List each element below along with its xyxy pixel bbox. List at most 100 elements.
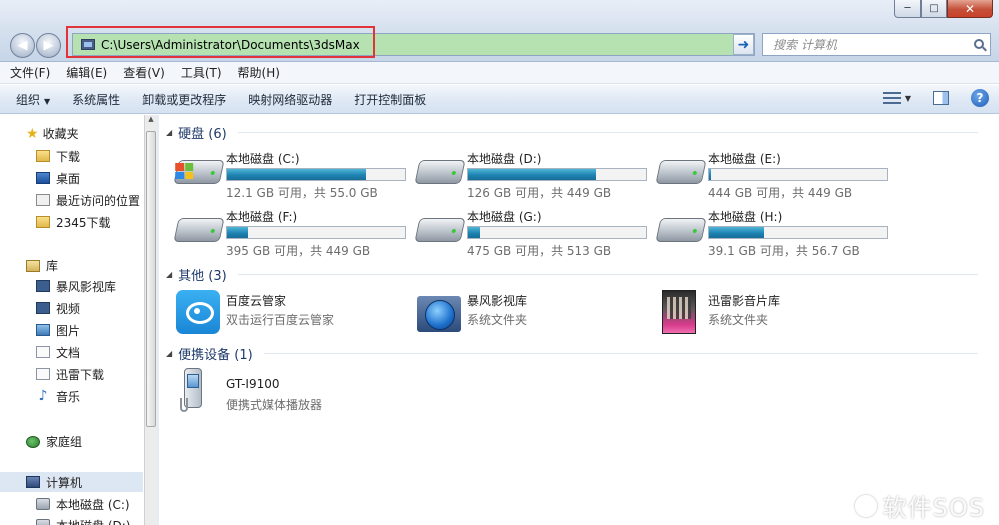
map-network-drive-button[interactable]: 映射网络驱动器 [248, 91, 332, 108]
scroll-up-icon[interactable]: ▲ [145, 115, 157, 129]
drive-tile-h[interactable]: 本地磁盘 (H:) 39.1 GB 可用，共 56.7 GB [655, 206, 898, 258]
nav-item-label: 文档 [56, 345, 81, 360]
minimize-button[interactable]: ─ [894, 0, 921, 18]
item-name: GT-I9100 [226, 377, 280, 391]
phone-icon [180, 368, 206, 412]
item-gt-i9100[interactable]: GT-I9100 便携式媒体播放器 [176, 375, 416, 423]
nav-item-desktop[interactable]: 桌面 [0, 168, 143, 188]
group-portable[interactable]: ◢ 便携设备 (1) [166, 344, 253, 363]
hard-drive-icon [414, 218, 466, 242]
drive-space-info: 395 GB 可用，共 449 GB [226, 244, 371, 258]
nav-homegroup[interactable]: 家庭组 [0, 433, 82, 450]
hard-drive-icon [36, 498, 50, 510]
drive-usage-fill [227, 227, 249, 238]
command-bar: 组织 ▼ 系统属性 卸载或更改程序 映射网络驱动器 打开控制面板 ▼ ? [0, 85, 999, 114]
drive-tile-f[interactable]: 本地磁盘 (F:) 395 GB 可用，共 449 GB [173, 206, 416, 258]
video-icon [36, 302, 50, 314]
homegroup-icon [26, 435, 40, 448]
address-bar[interactable]: C:\Users\Administrator\Documents\3dsMax … [72, 33, 755, 56]
nav-item-music[interactable]: ♪ 音乐 [0, 386, 143, 406]
hard-drive-icon [173, 218, 225, 242]
group-hard-disks[interactable]: ◢ 硬盘 (6) [166, 123, 227, 142]
library-icon [26, 259, 40, 272]
nav-item-downloads[interactable]: 下载 [0, 146, 143, 166]
uninstall-program-button[interactable]: 卸载或更改程序 [142, 91, 226, 108]
drive-usage-bar [708, 168, 888, 181]
nav-favorites[interactable]: ★ 收藏夹 [0, 125, 79, 142]
menu-tools[interactable]: 工具(T) [181, 64, 222, 81]
group-other[interactable]: ◢ 其他 (3) [166, 265, 227, 284]
menu-help[interactable]: 帮助(H) [238, 64, 280, 81]
forward-button[interactable]: ▶ [36, 33, 61, 58]
drive-usage-bar [226, 226, 406, 239]
scroll-thumb[interactable] [146, 131, 156, 427]
drive-tile-d[interactable]: 本地磁盘 (D:) 126 GB 可用，共 449 GB [414, 148, 657, 200]
item-name: 暴风影视库 [467, 294, 528, 308]
preview-pane-icon[interactable] [933, 91, 949, 105]
item-description: 双击运行百度云管家 [226, 313, 335, 327]
nav-item-videos[interactable]: 视频 [0, 298, 143, 318]
search-box[interactable]: 搜索 计算机 [762, 33, 991, 56]
menu-view[interactable]: 查看(V) [123, 64, 165, 81]
drive-name: 本地磁盘 (H:) [708, 210, 783, 224]
help-icon[interactable]: ? [971, 89, 989, 107]
organize-button[interactable]: 组织 ▼ [16, 91, 50, 108]
nav-item-label: 音乐 [56, 389, 81, 404]
nav-item-thunder-downloads[interactable]: 迅雷下载 [0, 364, 143, 384]
hard-drive-icon [173, 160, 225, 184]
group-divider [264, 353, 978, 354]
item-description: 系统文件夹 [467, 313, 528, 327]
watermark: 软件SOS [854, 488, 985, 523]
item-name: 迅雷影音片库 [708, 294, 781, 308]
chevron-down-icon[interactable]: ▼ [905, 94, 911, 103]
nav-item-label: 下载 [56, 149, 81, 164]
arrow-right-icon: ➜ [737, 36, 750, 53]
menu-bar: 文件(F) 编辑(E) 查看(V) 工具(T) 帮助(H) [0, 62, 999, 84]
system-properties-button[interactable]: 系统属性 [72, 91, 120, 108]
item-thunder-library[interactable]: 迅雷影音片库 系统文件夹 [658, 290, 898, 338]
item-description: 系统文件夹 [708, 313, 769, 327]
nav-item-label: 本地磁盘 (C:) [56, 497, 130, 512]
group-divider [238, 132, 978, 133]
download-folder-icon [36, 150, 50, 162]
open-control-panel-button[interactable]: 打开控制面板 [354, 91, 426, 108]
baidu-cloud-icon [176, 290, 220, 334]
close-button[interactable]: ✕ [947, 0, 993, 18]
drive-tile-g[interactable]: 本地磁盘 (G:) 475 GB 可用，共 513 GB [414, 206, 657, 258]
nav-item-storm-library[interactable]: 暴风影视库 [0, 276, 143, 296]
nav-item-drive-c[interactable]: 本地磁盘 (C:) [0, 494, 143, 514]
maximize-button[interactable]: □ [921, 0, 947, 18]
chevron-down-icon: ◢ [166, 128, 173, 137]
nav-libraries[interactable]: 库 [0, 257, 58, 274]
menu-edit[interactable]: 编辑(E) [66, 64, 107, 81]
view-controls: ▼ ? [882, 89, 989, 107]
nav-item-label: 2345下载 [56, 215, 111, 230]
item-description: 便携式媒体播放器 [226, 398, 323, 412]
nav-item-drive-d[interactable]: 本地磁盘 (D:) [0, 515, 143, 525]
pane-splitter[interactable] [157, 115, 159, 525]
nav-computer[interactable]: 计算机 [0, 472, 143, 492]
nav-item-2345-downloads[interactable]: 2345下载 [0, 212, 143, 232]
menu-file[interactable]: 文件(F) [10, 64, 50, 81]
nav-item-recent[interactable]: 最近访问的位置 [0, 190, 143, 210]
back-button[interactable]: ◀ [10, 33, 35, 58]
view-options-icon[interactable] [882, 91, 901, 105]
drive-name: 本地磁盘 (G:) [467, 210, 542, 224]
picture-icon [36, 324, 50, 336]
address-path[interactable]: C:\Users\Administrator\Documents\3dsMax [101, 38, 360, 52]
search-placeholder[interactable]: 搜索 计算机 [773, 36, 837, 53]
item-baidu-cloud[interactable]: 百度云管家 双击运行百度云管家 [176, 290, 416, 338]
go-button[interactable]: ➜ [733, 34, 754, 55]
chevron-down-icon: ◢ [166, 270, 173, 279]
item-storm-library[interactable]: 暴风影视库 系统文件夹 [417, 290, 657, 338]
nav-item-documents[interactable]: 文档 [0, 342, 143, 362]
drive-tile-e[interactable]: 本地磁盘 (E:) 444 GB 可用，共 449 GB [655, 148, 898, 200]
search-icon[interactable] [974, 39, 984, 49]
drive-usage-fill [709, 227, 765, 238]
nav-computer-label: 计算机 [46, 475, 83, 490]
nav-item-pictures[interactable]: 图片 [0, 320, 143, 340]
drive-tile-c[interactable]: 本地磁盘 (C:) 12.1 GB 可用，共 55.0 GB [173, 148, 416, 200]
window-controls: ─ □ ✕ [894, 0, 993, 18]
nav-scrollbar[interactable]: ▲ [144, 115, 157, 525]
drive-space-info: 39.1 GB 可用，共 56.7 GB [708, 244, 860, 258]
